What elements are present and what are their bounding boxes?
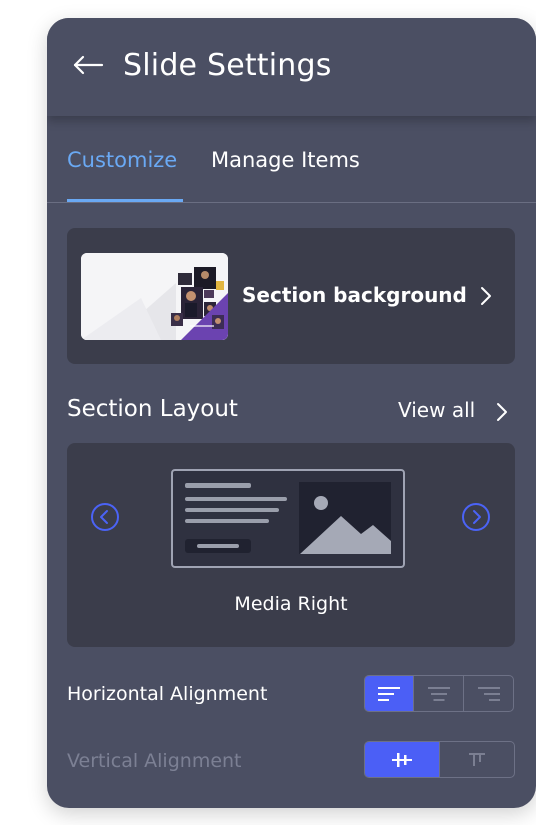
media-right-layout-preview[interactable] (171, 469, 405, 568)
layout-name: Media Right (234, 593, 348, 615)
tab-customize[interactable]: Customize (67, 148, 177, 172)
section-background-label: Section background (242, 283, 467, 307)
align-center-button[interactable] (413, 676, 463, 711)
background-thumbnail (81, 253, 228, 340)
align-top-button[interactable] (439, 742, 514, 777)
align-center-icon (427, 686, 450, 701)
chevron-right-icon (481, 287, 491, 305)
align-left-icon (378, 686, 400, 701)
layout-carousel: Media Right (67, 443, 515, 647)
panel-title: Slide Settings (123, 48, 332, 83)
vertical-alignment-group (364, 741, 515, 778)
circle-chevron-left-icon[interactable] (90, 502, 120, 532)
view-all-link[interactable]: View all (398, 398, 475, 422)
horizontal-alignment-label: Horizontal Alignment (67, 683, 268, 705)
section-layout-title: Section Layout (67, 396, 238, 422)
slide-settings-panel: Slide Settings Customize Manage Items Se… (47, 18, 536, 808)
arrow-left-icon[interactable] (72, 54, 104, 76)
vertical-alignment-label: Vertical Alignment (67, 750, 242, 772)
align-right-button[interactable] (463, 676, 513, 711)
align-top-icon (469, 752, 485, 766)
align-right-icon (477, 686, 500, 701)
circle-chevron-right-icon[interactable] (461, 502, 491, 532)
align-middle-button[interactable] (365, 742, 439, 777)
active-tab-indicator (67, 199, 183, 202)
align-left-button[interactable] (365, 676, 413, 711)
panel-header: Slide Settings (47, 18, 536, 116)
horizontal-alignment-group (364, 675, 514, 712)
align-middle-icon (392, 752, 412, 767)
section-background-card[interactable]: Section background (67, 228, 515, 364)
tab-manage-items[interactable]: Manage Items (211, 148, 360, 172)
tab-bar: Customize Manage Items (47, 116, 536, 203)
view-all-chevron-icon[interactable] (496, 402, 508, 422)
view-all-label: View all (398, 398, 476, 422)
